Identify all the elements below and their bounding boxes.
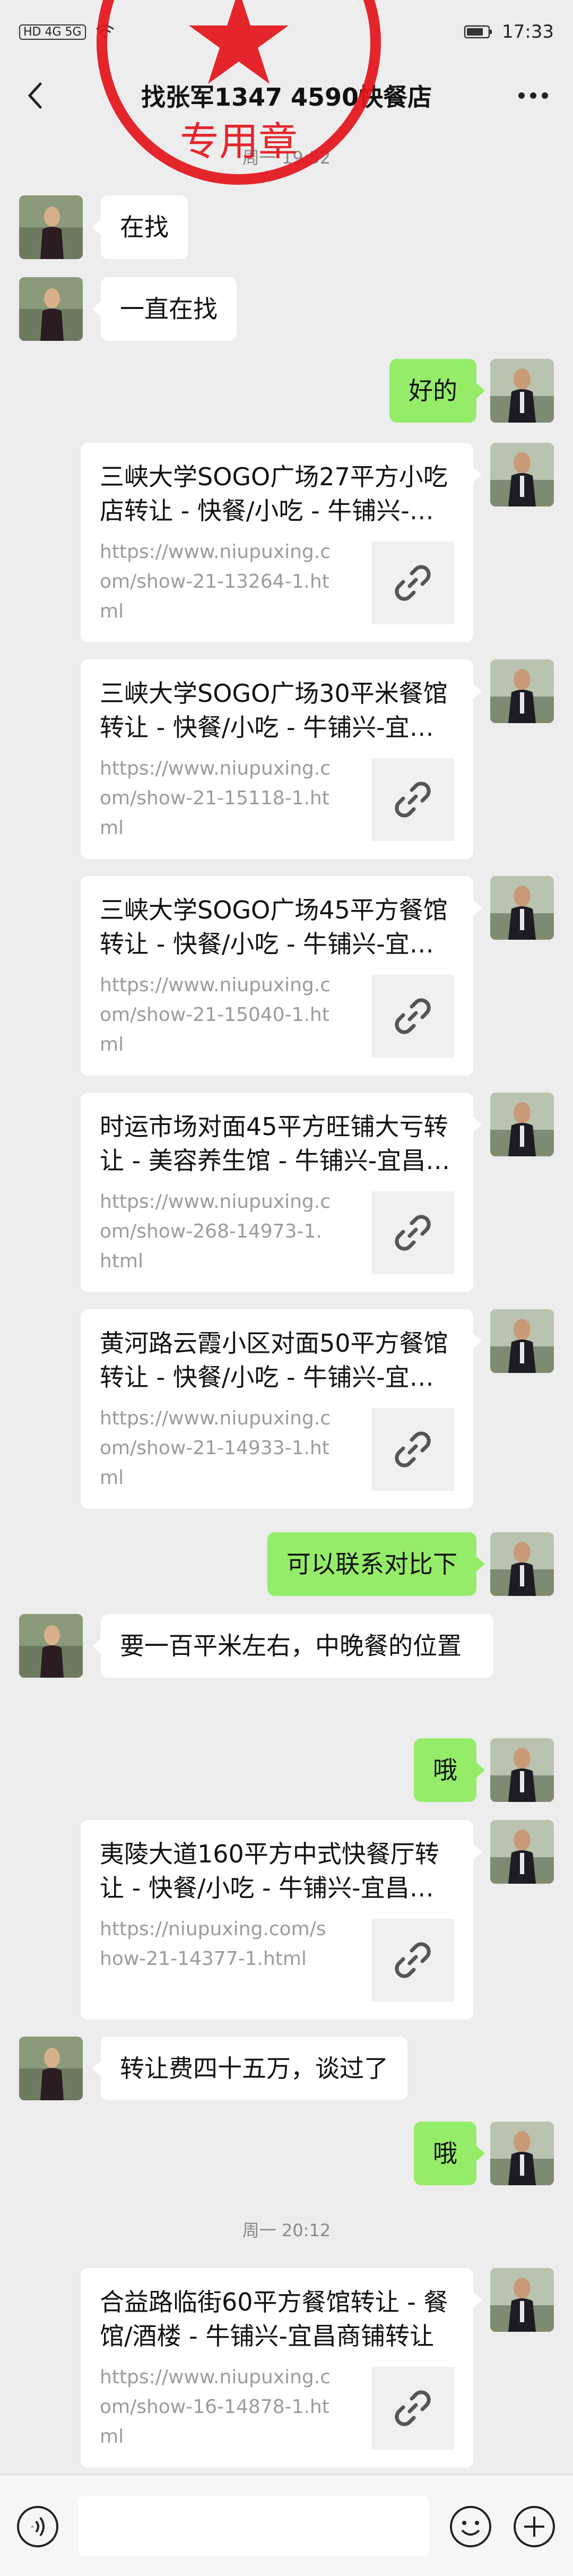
link-title: 合益路临街60平方餐馆转让 - 餐馆/酒楼 - 牛铺兴-宜昌商铺转让	[100, 2288, 448, 2350]
avatar[interactable]	[490, 659, 554, 723]
link-title: 三峡大学SOGO广场30平米餐馆转让 - 快餐/小吃 - 牛铺兴-宜昌商铺转让	[100, 679, 448, 742]
network-indicators: HD 4G 5G	[19, 24, 86, 40]
more-dots-icon	[518, 92, 548, 99]
avatar[interactable]	[19, 1614, 83, 1678]
status-time: 17:33	[502, 21, 554, 42]
avatar[interactable]	[19, 277, 83, 341]
chevron-left-icon	[28, 82, 42, 109]
avatar[interactable]	[19, 2037, 83, 2100]
avatar[interactable]	[490, 1820, 554, 1884]
link-thumbnail	[371, 758, 454, 841]
avatar[interactable]	[19, 195, 83, 259]
avatar[interactable]	[490, 876, 554, 940]
avatar[interactable]	[490, 443, 554, 506]
link-card[interactable]: 时运市场对面45平方旺铺大亏转让 - 美容养生馆 - 牛铺兴-宜昌商铺转让 ht…	[81, 1093, 482, 1292]
link-icon	[395, 565, 431, 601]
avatar[interactable]	[490, 359, 554, 423]
voice-button[interactable]	[16, 2505, 59, 2548]
timestamp: 周一 20:12	[242, 2220, 331, 2240]
chat-title: 找张军1347 4590快餐店	[141, 83, 432, 111]
plus-icon	[514, 2506, 555, 2547]
battery-icon	[464, 25, 492, 39]
link-thumbnail	[371, 542, 454, 624]
emoji-icon	[450, 2506, 491, 2547]
avatar[interactable]	[490, 1532, 554, 1596]
link-card[interactable]: 夷陵大道160平方中式快餐厅转让 - 快餐/小吃 - 牛铺兴-宜昌商铺转让 ht…	[81, 1820, 482, 2020]
avatar[interactable]	[490, 1093, 554, 1156]
wifi-icon	[96, 25, 114, 38]
link-card[interactable]: 三峡大学SOGO广场45平方餐馆转让 - 快餐/小吃 - 牛铺兴-宜昌商铺转让 …	[81, 876, 482, 1076]
message-bubble[interactable]: 转让费四十五万，谈过了	[92, 2037, 407, 2100]
link-url: https://www.niupuxing.com/show-21-15118-…	[100, 758, 331, 839]
message-list[interactable]: 周一 19:52 在找 一直在找 好的 三峡大学SOGO广场27平方小吃店转让 …	[0, 127, 573, 2474]
link-url: https://www.niupuxing.com/show-21-14933-…	[100, 1407, 331, 1489]
link-card[interactable]: 合益路临街60平方餐馆转让 - 餐馆/酒楼 - 牛铺兴-宜昌商铺转让 https…	[81, 2268, 482, 2468]
link-url: https://www.niupuxing.com/show-16-14878-…	[100, 2366, 331, 2448]
link-url: https://www.niupuxing.com/show-21-13264-…	[100, 541, 331, 622]
signal-indicators: HD 4G 5G	[19, 24, 115, 40]
link-thumbnail	[371, 975, 454, 1058]
message-input[interactable]	[79, 2496, 429, 2556]
link-icon	[395, 1942, 431, 1978]
link-title: 黄河路云霞小区对面50平方餐馆转让 - 快餐/小吃 - 牛铺兴-宜昌商铺转让	[100, 1329, 448, 1392]
avatar[interactable]	[490, 2122, 554, 2185]
link-url: https://niupuxing.com/show-21-14377-1.ht…	[100, 1918, 326, 1970]
input-bar	[0, 2474, 573, 2576]
timestamp: 周一 19:52	[242, 148, 331, 168]
link-thumbnail	[371, 1408, 454, 1491]
message-bubble[interactable]: 一直在找	[92, 277, 237, 341]
link-icon	[395, 998, 431, 1034]
link-title: 三峡大学SOGO广场45平方餐馆转让 - 快餐/小吃 - 牛铺兴-宜昌商铺转让	[100, 896, 448, 958]
link-thumbnail	[371, 2367, 454, 2450]
link-title: 夷陵大道160平方中式快餐厅转让 - 快餐/小吃 - 牛铺兴-宜昌商铺转让	[100, 1840, 439, 1902]
status-right: 17:33	[464, 21, 554, 42]
status-bar: HD 4G 5G 17:33	[0, 0, 573, 64]
chat-header: 找张军1347 4590快餐店	[0, 64, 573, 127]
avatar[interactable]	[490, 1738, 554, 1802]
link-url: https://www.niupuxing.com/show-268-14973…	[100, 1191, 331, 1272]
message-bubble[interactable]: 可以联系对比下	[267, 1532, 485, 1596]
avatar[interactable]	[490, 2268, 554, 2332]
link-card[interactable]: 黄河路云霞小区对面50平方餐馆转让 - 快餐/小吃 - 牛铺兴-宜昌商铺转让 h…	[81, 1309, 482, 1509]
link-icon	[395, 1431, 431, 1467]
message-bubble[interactable]: 要一百平米左右，中晚餐的位置	[92, 1614, 493, 1678]
voice-icon	[17, 2506, 58, 2547]
plus-button[interactable]	[513, 2505, 556, 2548]
link-icon	[395, 782, 431, 818]
message-bubble[interactable]: 好的	[389, 359, 485, 423]
back-button[interactable]	[19, 80, 51, 111]
link-title: 时运市场对面45平方旺铺大亏转让 - 美容养生馆 - 牛铺兴-宜昌商铺转让	[100, 1112, 450, 1175]
message-bubble[interactable]: 在找	[92, 195, 188, 259]
link-card[interactable]: 三峡大学SOGO广场27平方小吃店转让 - 快餐/小吃 - 牛铺兴-宜昌商铺转让…	[81, 443, 482, 642]
link-thumbnail	[371, 1191, 454, 1274]
link-icon	[395, 2390, 431, 2426]
message-bubble[interactable]: 哦	[414, 2122, 485, 2185]
message-bubble[interactable]: 哦	[414, 1738, 485, 1802]
link-title: 三峡大学SOGO广场27平方小吃店转让 - 快餐/小吃 - 牛铺兴-宜昌商铺转让	[100, 462, 448, 525]
avatar[interactable]	[490, 1309, 554, 1373]
more-button[interactable]	[515, 80, 552, 111]
link-card[interactable]: 三峡大学SOGO广场30平米餐馆转让 - 快餐/小吃 - 牛铺兴-宜昌商铺转让 …	[81, 659, 482, 859]
link-thumbnail	[371, 1919, 454, 2002]
link-icon	[395, 1215, 431, 1251]
emoji-button[interactable]	[449, 2505, 492, 2548]
link-url: https://www.niupuxing.com/show-21-15040-…	[100, 974, 331, 1055]
